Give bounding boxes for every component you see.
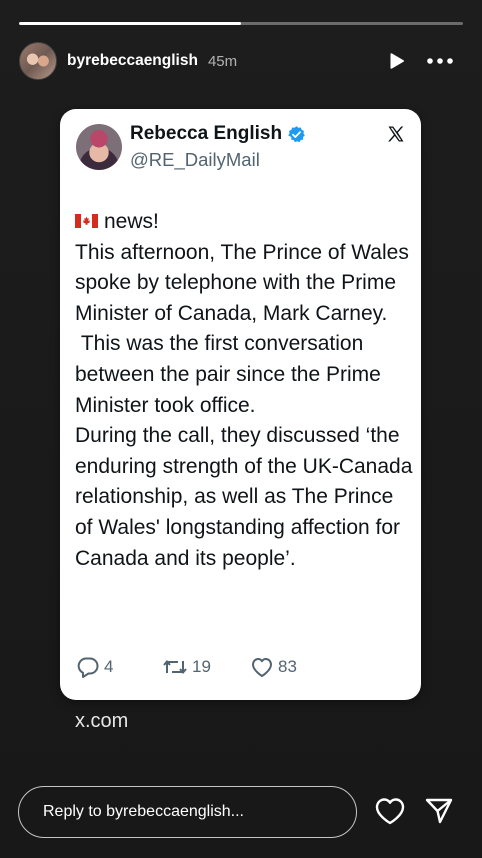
x-logo-icon	[387, 125, 405, 143]
retweet-icon	[162, 656, 188, 678]
like-count: 83	[278, 657, 297, 676]
profile-avatar[interactable]	[19, 42, 57, 80]
story-header: byrebeccaenglish 45m	[19, 41, 463, 81]
username-label[interactable]: byrebeccaenglish	[67, 52, 198, 70]
retweet-metric[interactable]: 19	[162, 656, 250, 678]
tweet-body-text: news! This afternoon, The Prince of Wale…	[75, 210, 413, 570]
story-timestamp: 45m	[207, 52, 238, 70]
reply-icon	[76, 656, 100, 678]
header-actions	[389, 52, 463, 70]
tweet-author-handle: @RE_DailyMail	[130, 149, 260, 170]
tweet-card[interactable]: Rebecca English @RE_DailyMail news! This…	[60, 109, 421, 700]
tweet-author-name: Rebecca English	[130, 123, 283, 144]
reply-metric[interactable]: 4	[76, 656, 162, 678]
play-icon[interactable]	[389, 52, 405, 70]
verified-badge-icon	[287, 125, 306, 144]
story-progress-bar	[19, 22, 463, 25]
reply-input[interactable]	[43, 803, 343, 821]
retweet-count: 19	[192, 657, 211, 676]
tweet-engagement-bar: 4 19 83	[76, 654, 297, 680]
like-heart-icon	[250, 656, 274, 678]
like-story-button[interactable]	[374, 796, 406, 826]
send-button[interactable]	[424, 796, 454, 826]
heart-icon	[374, 798, 406, 830]
reply-count: 4	[104, 657, 114, 676]
reply-field[interactable]	[18, 786, 357, 838]
tweet-author-name-row: Rebecca English	[130, 123, 306, 145]
source-link[interactable]: x.com	[75, 710, 128, 733]
story-progress-fill	[19, 22, 241, 25]
send-icon	[424, 798, 454, 830]
tweet-text: news! This afternoon, The Prince of Wale…	[75, 207, 415, 574]
more-options-icon[interactable]	[427, 58, 453, 64]
like-metric[interactable]: 83	[250, 656, 297, 678]
canada-flag-icon	[75, 207, 98, 228]
story-viewer: byrebeccaenglish 45m Rebecca English @RE…	[0, 0, 482, 858]
tweet-author-avatar	[76, 124, 122, 170]
